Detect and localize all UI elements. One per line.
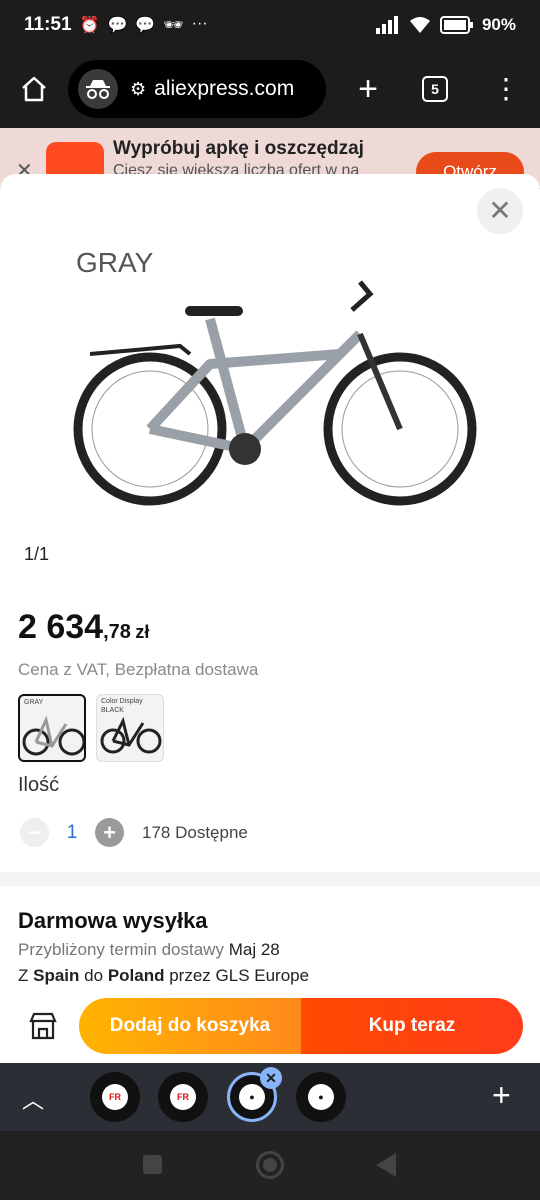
incognito-icon	[78, 69, 118, 109]
close-sheet-button[interactable]: ✕	[477, 188, 523, 234]
shipping-route: Z Spain do Poland przez GLS Europe	[18, 966, 309, 986]
system-nav-bar	[0, 1131, 540, 1200]
tab-thumbnail-1[interactable]: FR	[90, 1072, 140, 1122]
delivery-estimate: Przybliżony termin dostawy Maj 28	[18, 940, 280, 960]
close-tab-icon[interactable]: ✕	[260, 1067, 282, 1089]
back-icon[interactable]	[376, 1153, 396, 1177]
tab-thumbnail-2[interactable]: FR	[158, 1072, 208, 1122]
quantity-value[interactable]: 1	[49, 822, 95, 844]
image-caption: GRAY	[76, 247, 154, 278]
variant-selector: GRAY Color Display BLACK	[18, 694, 164, 762]
chat-icon-2: 💬	[135, 17, 156, 34]
aliexpress-favicon-icon: ●	[239, 1084, 265, 1110]
site-favicon-icon: FR	[102, 1084, 128, 1110]
store-icon[interactable]	[28, 1011, 58, 1041]
new-tab-button[interactable]: +	[352, 70, 384, 109]
home-icon	[22, 76, 46, 102]
more-menu-icon[interactable]: ⋮	[492, 75, 520, 103]
from-prefix: Z	[18, 966, 29, 985]
variant-gray[interactable]: GRAY	[18, 694, 86, 762]
add-to-cart-button[interactable]: Dodaj do koszyka	[79, 998, 301, 1054]
chat-icon: 💬	[107, 17, 128, 34]
carrier: przez GLS Europe	[169, 966, 310, 985]
section-divider	[0, 872, 540, 886]
purchase-action-bar: Dodaj do koszyka Kup teraz	[0, 989, 540, 1063]
browser-toolbar: ⚙ aliexpress.com + 5 ⋮	[0, 50, 540, 128]
battery-icon	[439, 16, 473, 34]
price-cents: ,78	[103, 621, 131, 643]
more-notifications-icon: ···	[191, 15, 208, 32]
recents-icon[interactable]	[143, 1155, 162, 1174]
status-time: 11:51	[24, 14, 72, 35]
tab-strip: ︿ FR FR ● ✕ ● +	[0, 1063, 540, 1131]
to-prefix: do	[84, 966, 104, 985]
variant-sublabel: BLACK	[101, 707, 124, 714]
alarm-icon: ⏰	[79, 17, 100, 34]
site-favicon-icon: FR	[170, 1084, 196, 1110]
delivery-prefix: Przybliżony termin dostawy	[18, 940, 224, 959]
buy-now-button[interactable]: Kup teraz	[301, 998, 523, 1054]
product-sheet: ✕ GRAY 1/1 2 634,78 zł Cena z VAT, Bezpł…	[0, 174, 540, 989]
home-nav-icon[interactable]	[256, 1151, 284, 1179]
tab-switcher-button[interactable]: 5	[422, 76, 448, 102]
quantity-decrease-button[interactable]: −	[20, 818, 49, 847]
variant-black[interactable]: Color Display BLACK	[96, 694, 164, 762]
aliexpress-favicon-icon: ●	[308, 1084, 334, 1110]
price-currency: zł	[135, 622, 150, 642]
site-settings-icon[interactable]: ⚙	[130, 79, 146, 100]
status-right: 90%	[375, 15, 516, 35]
incognito-status-icon: 🕶	[163, 17, 184, 34]
variant-label: GRAY	[24, 699, 44, 706]
url-text: aliexpress.com	[154, 77, 295, 100]
quantity-label: Ilość	[18, 774, 60, 796]
home-button[interactable]	[14, 69, 54, 109]
status-icons: ⏰ 💬 💬 🕶 ···	[80, 15, 208, 35]
variant-thumbnail	[100, 716, 162, 754]
tab-thumbnail-4[interactable]: ●	[296, 1072, 346, 1122]
price: 2 634,78 zł	[18, 608, 149, 647]
battery-level: 90%	[481, 15, 516, 34]
price-main: 2 634	[18, 608, 104, 646]
address-bar[interactable]: ⚙ aliexpress.com	[68, 60, 326, 118]
product-image[interactable]: GRAY	[60, 234, 490, 524]
chevron-up-icon[interactable]: ︿	[22, 1083, 44, 1115]
available-stock: 178 Dostępne	[142, 822, 248, 842]
signal-icon	[375, 16, 398, 34]
shipping-title: Darmowa wysyłka	[18, 908, 208, 933]
quantity-increase-button[interactable]: +	[95, 818, 124, 847]
screen: 11:51 ⏰ 💬 💬 🕶 ··· 90% ⚙ aliexpress.com +	[0, 0, 540, 1200]
ship-to: Poland	[107, 966, 165, 985]
image-counter: 1/1	[24, 544, 50, 564]
price-note: Cena z VAT, Bezpłatna dostawa	[18, 660, 259, 679]
wifi-icon	[409, 17, 430, 33]
ship-from: Spain	[33, 966, 80, 985]
status-bar: 11:51 ⏰ 💬 💬 🕶 ··· 90%	[0, 0, 540, 50]
quantity-stepper: − 1 + 178 Dostępne	[20, 818, 248, 847]
promo-title: Wypróbuj apkę i oszczędzaj	[113, 138, 364, 159]
variant-label: Color Display	[101, 698, 143, 705]
add-tab-button[interactable]: +	[492, 1077, 511, 1114]
delivery-date: Maj 28	[228, 940, 280, 959]
tab-thumbnail-active[interactable]: ● ✕	[227, 1067, 282, 1122]
